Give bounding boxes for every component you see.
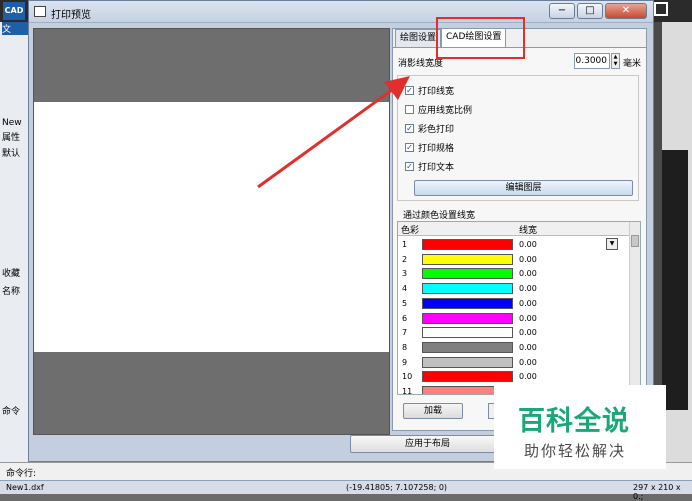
watermark-title: 百科全说 <box>518 406 630 437</box>
watermark-subtitle: 助你轻松解决 <box>524 442 627 460</box>
watermark-logo: 百科全说 助你轻松解决 <box>494 385 666 469</box>
